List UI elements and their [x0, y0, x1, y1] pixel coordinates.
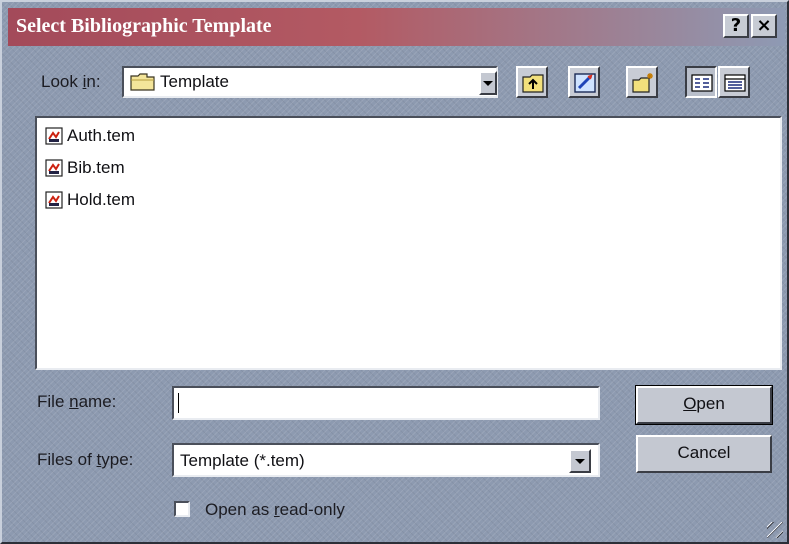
create-new-folder-button[interactable] — [626, 66, 658, 98]
template-file-icon — [45, 191, 63, 209]
resize-grip[interactable] — [767, 522, 783, 538]
window-title: Select Bibliographic Template — [16, 15, 272, 37]
details-view-button[interactable] — [718, 66, 750, 98]
text-caret — [178, 393, 179, 413]
help-button[interactable]: ? — [723, 14, 749, 38]
title-bar[interactable]: Select Bibliographic Template ? × — [8, 8, 785, 46]
files-of-type-combobox[interactable]: Template (*.tem) — [172, 443, 600, 477]
template-file-icon — [45, 159, 63, 177]
template-file-icon — [45, 127, 63, 145]
file-name: Bib.tem — [67, 158, 125, 177]
read-only-checkbox[interactable] — [174, 501, 190, 517]
desktop-button[interactable] — [568, 66, 600, 98]
file-list[interactable]: Auth.tem Bib.tem Hold.tem — [35, 116, 782, 370]
file-name: Hold.tem — [67, 190, 136, 209]
file-name-input[interactable] — [172, 386, 600, 420]
look-in-dropdown-button[interactable] — [479, 71, 497, 95]
cancel-button[interactable]: Cancel — [636, 435, 772, 473]
list-view-button[interactable] — [685, 66, 717, 98]
look-in-label: Look in: — [41, 72, 101, 91]
file-item[interactable]: Auth.tem — [45, 124, 135, 148]
file-item[interactable]: Hold.tem — [45, 188, 135, 212]
look-in-value: Template — [160, 72, 229, 91]
files-of-type-value: Template (*.tem) — [180, 451, 305, 470]
file-item[interactable]: Bib.tem — [45, 156, 125, 180]
file-name-label: File name: — [37, 392, 117, 411]
read-only-label[interactable]: Open as read-only — [205, 500, 345, 520]
select-template-dialog: Select Bibliographic Template ? × Look i… — [0, 0, 789, 544]
files-of-type-label: Files of type: — [37, 450, 134, 469]
open-button[interactable]: Open — [635, 385, 773, 425]
folder-icon — [130, 72, 156, 97]
files-of-type-dropdown-button[interactable] — [569, 449, 591, 473]
look-in-combobox[interactable]: Template — [122, 66, 498, 98]
close-button[interactable]: × — [751, 14, 777, 38]
up-one-level-button[interactable] — [516, 66, 548, 98]
file-name: Auth.tem — [67, 126, 136, 145]
